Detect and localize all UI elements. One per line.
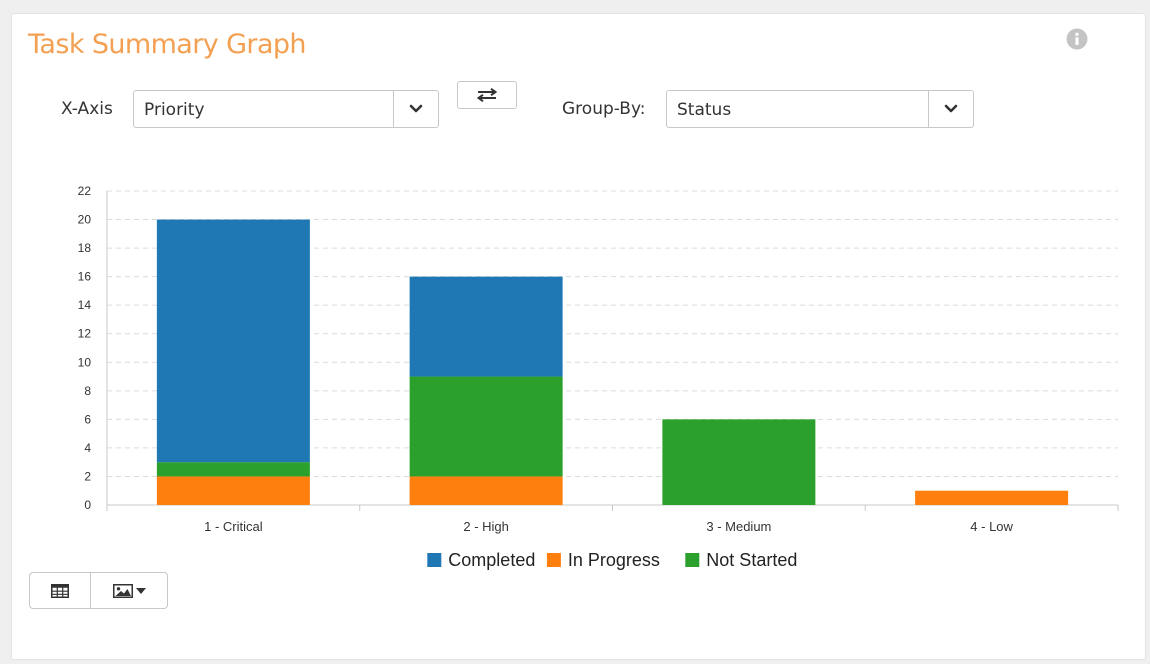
- y-tick-label: 18: [78, 241, 92, 255]
- table-view-button[interactable]: [30, 573, 91, 608]
- y-tick-label: 0: [84, 498, 91, 512]
- bar-not-started: [156, 462, 310, 477]
- y-tick-label: 16: [78, 270, 92, 284]
- legend-swatch: [427, 553, 442, 567]
- view-toggle-group: [29, 572, 168, 609]
- y-tick-label: 12: [78, 327, 92, 341]
- x-tick-label: 2 - High: [463, 519, 509, 534]
- y-tick-label: 22: [78, 184, 92, 198]
- image-icon: [112, 583, 133, 598]
- y-tick-label: 14: [78, 298, 92, 312]
- bar-in-progress: [156, 476, 310, 505]
- export-image-button[interactable]: [91, 573, 167, 608]
- bar-completed: [156, 219, 310, 463]
- y-tick-label: 20: [78, 213, 92, 227]
- caret-down-icon: [135, 587, 146, 594]
- x-tick-label: 4 - Low: [970, 519, 1013, 534]
- legend-label: Not Started: [706, 550, 797, 570]
- y-tick-label: 6: [84, 412, 91, 426]
- y-tick-label: 4: [84, 441, 91, 455]
- bar-completed: [409, 276, 563, 377]
- legend-swatch: [685, 553, 700, 567]
- legend-swatch: [546, 553, 561, 567]
- bar-not-started: [662, 419, 816, 505]
- legend-label: In Progress: [568, 550, 660, 570]
- bar-in-progress: [915, 490, 1069, 505]
- bar-not-started: [409, 376, 563, 477]
- task-summary-chart: 0 2 4 6 8 10 12 14 16 18 20 22 1 - Critical 2 - High 3…: [78, 184, 1119, 570]
- bar-in-progress: [409, 476, 563, 505]
- y-tick-label: 2: [84, 469, 91, 483]
- x-tick-label: 3 - Medium: [706, 519, 771, 534]
- table-icon: [51, 583, 69, 598]
- y-tick-label: 8: [84, 384, 91, 398]
- legend-label: Completed: [448, 550, 535, 570]
- y-tick-label: 10: [78, 355, 92, 369]
- x-tick-label: 1 - Critical: [204, 519, 263, 534]
